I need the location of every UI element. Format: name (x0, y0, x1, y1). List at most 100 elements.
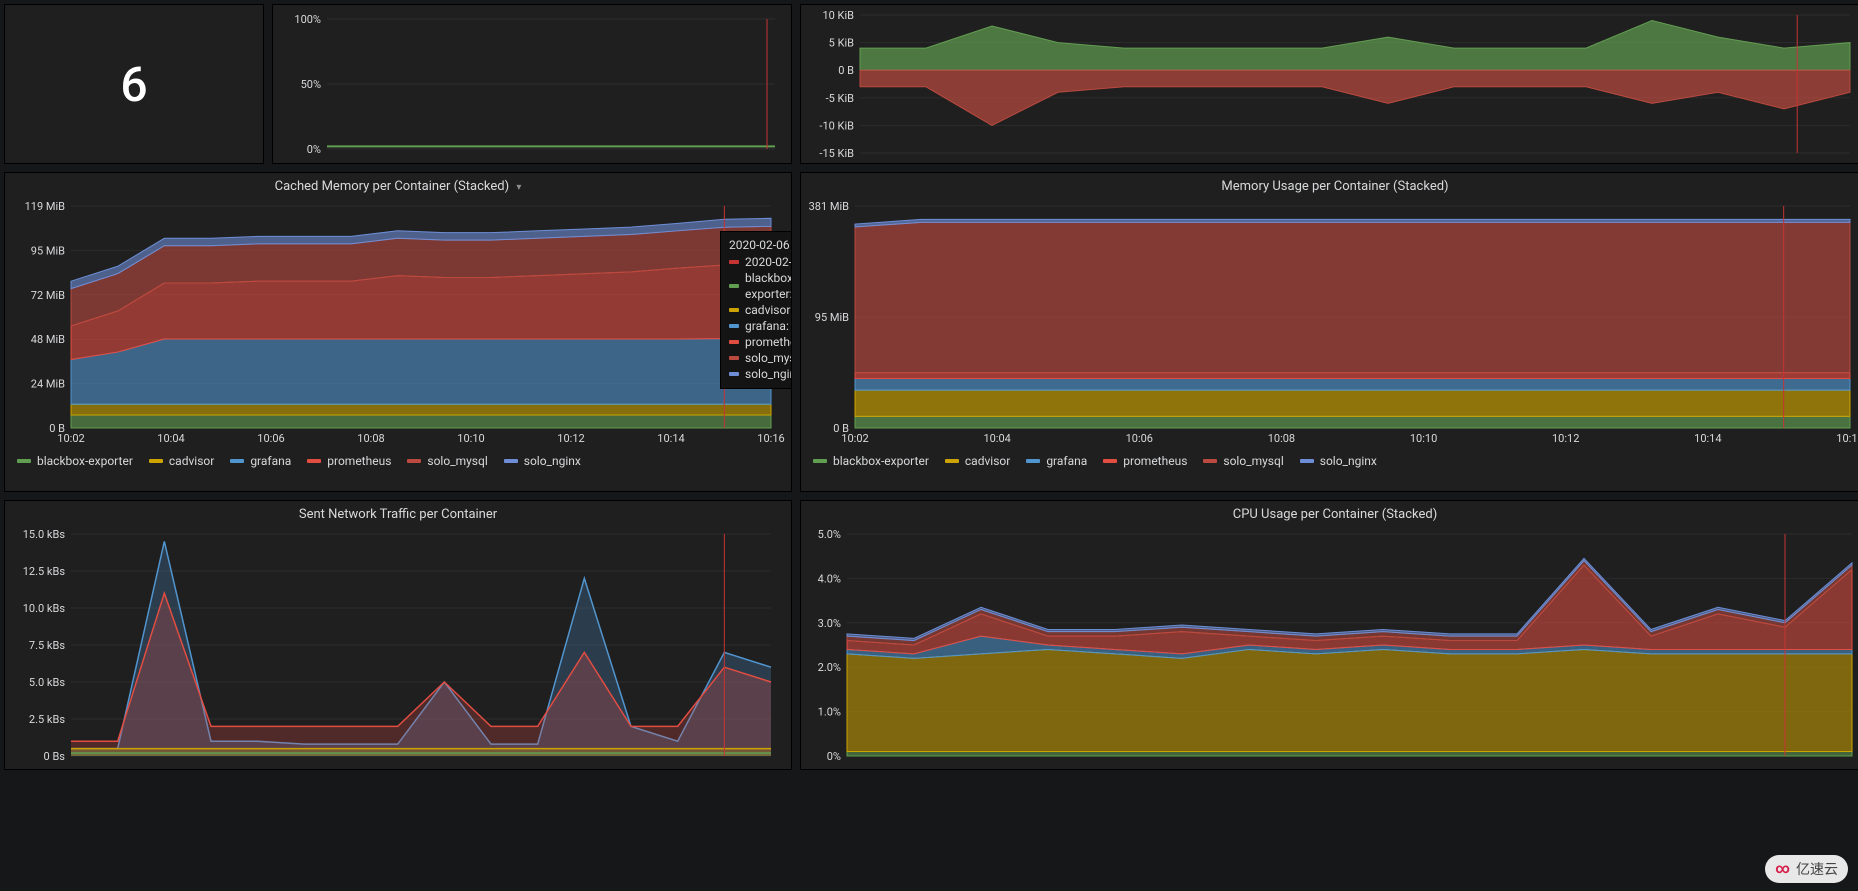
legend-label: blackbox-exporter (833, 454, 929, 468)
svg-text:0 Bs: 0 Bs (44, 750, 66, 763)
tooltip-series-name: solo_nginx: (745, 366, 792, 382)
svg-text:10:10: 10:10 (1410, 432, 1437, 445)
watermark-text: 亿速云 (1796, 859, 1838, 879)
legend-label: solo_mysql (1223, 454, 1283, 468)
svg-text:3.0%: 3.0% (818, 617, 841, 630)
title-text: Memory Usage per Container (Stacked) (1221, 179, 1448, 194)
legend-item-cadvisor[interactable]: cadvisor (149, 454, 214, 468)
tooltip-series-name: solo_mysql: (745, 350, 792, 366)
legend-item-prometheus[interactable]: prometheus (307, 454, 391, 468)
legend-swatch (813, 459, 827, 463)
tooltip-swatch (729, 340, 739, 344)
legend-label: cadvisor (965, 454, 1010, 468)
panel-title: Memory Usage per Container (Stacked) (805, 177, 1858, 200)
legend-item-blackbox-exporter[interactable]: blackbox-exporter (813, 454, 929, 468)
tooltip-row: grafana:35.2 MiB (729, 318, 792, 334)
svg-text:5 KiB: 5 KiB (829, 37, 854, 50)
svg-text:10:10: 10:10 (457, 432, 484, 445)
panel-single-stat[interactable]: 6 (4, 4, 264, 164)
svg-text:5.0%: 5.0% (818, 528, 841, 541)
tooltip-swatch (729, 372, 739, 376)
svg-text:2.5 kBs: 2.5 kBs (29, 713, 65, 726)
legend-swatch (307, 459, 321, 463)
tooltip-swatch (729, 284, 739, 288)
chevron-down-icon[interactable]: ▾ (512, 182, 521, 193)
svg-text:10:04: 10:04 (983, 432, 1010, 445)
svg-text:0%: 0% (307, 143, 321, 156)
legend-swatch (1203, 459, 1217, 463)
legend-item-grafana[interactable]: grafana (1026, 454, 1087, 468)
legend-item-solo_mysql[interactable]: solo_mysql (1203, 454, 1283, 468)
tooltip-swatch (729, 324, 739, 328)
legend-item-solo_nginx[interactable]: solo_nginx (1300, 454, 1377, 468)
legend-swatch (17, 459, 31, 463)
tooltip-series-name: blackbox-exporter: (745, 270, 792, 302)
legend-label: solo_nginx (1320, 454, 1377, 468)
tooltip-row: blackbox-exporter:7.0 MiB (729, 270, 792, 302)
legend-swatch (230, 459, 244, 463)
title-text: Cached Memory per Container (Stacked) (275, 179, 509, 194)
svg-text:10:14: 10:14 (1694, 432, 1721, 445)
tooltip-header-1: 2020-02-06 10:15:00 (729, 238, 792, 252)
tooltip-row: prometheus:39.5 MiB (729, 334, 792, 350)
tooltip-time: 2020-02-06 10:14:30 (745, 254, 792, 270)
svg-text:0%: 0% (827, 750, 841, 763)
svg-text:10:02: 10:02 (57, 432, 84, 445)
legend-item-grafana[interactable]: grafana (230, 454, 291, 468)
panel-title: Sent Network Traffic per Container (9, 505, 787, 528)
svg-text:95 MiB: 95 MiB (815, 311, 849, 324)
legend-label: cadvisor (169, 454, 214, 468)
legend-item-prometheus[interactable]: prometheus (1103, 454, 1187, 468)
chart-top-right: -15 KiB-10 KiB-5 KiB0 B5 KiB10 KiB (805, 9, 1858, 159)
svg-text:2.0%: 2.0% (818, 661, 841, 674)
svg-text:1.0%: 1.0% (818, 706, 841, 719)
svg-text:10:12: 10:12 (1552, 432, 1579, 445)
legend-item-solo_mysql[interactable]: solo_mysql (407, 454, 487, 468)
legend-item-cadvisor[interactable]: cadvisor (945, 454, 1010, 468)
svg-text:381 MiB: 381 MiB (809, 200, 850, 213)
legend-swatch (1300, 459, 1314, 463)
tooltip-series-name: prometheus: (745, 334, 792, 350)
legend-swatch (945, 459, 959, 463)
svg-text:10:12: 10:12 (557, 432, 584, 445)
tooltip-swatch (729, 356, 739, 360)
panel-cpu-usage[interactable]: CPU Usage per Container (Stacked) 0% 1.0%… (800, 500, 1858, 770)
panel-memory-usage[interactable]: Memory Usage per Container (Stacked) 0 B… (800, 172, 1858, 492)
title-text: Sent Network Traffic per Container (299, 507, 497, 522)
tooltip-row: cadvisor:5.7 MiB (729, 302, 792, 318)
svg-text:95 MiB: 95 MiB (31, 244, 65, 257)
svg-text:10:16: 10:16 (1836, 432, 1858, 445)
svg-text:119 MiB: 119 MiB (25, 200, 66, 213)
legend-item-solo_nginx[interactable]: solo_nginx (504, 454, 581, 468)
svg-text:10:16: 10:16 (757, 432, 784, 445)
legend-label: solo_mysql (427, 454, 487, 468)
legend-label: prometheus (1123, 454, 1187, 468)
tooltip-series-name: grafana: (745, 318, 792, 334)
panel-top-right[interactable]: -15 KiB-10 KiB-5 KiB0 B5 KiB10 KiB (800, 4, 1858, 164)
svg-text:-5 KiB: -5 KiB (826, 92, 855, 105)
panel-title: Cached Memory per Container (Stacked) ▾ (9, 177, 787, 200)
svg-text:-15 KiB: -15 KiB (819, 147, 854, 159)
tooltip-swatch (729, 308, 739, 312)
svg-text:10.0 kBs: 10.0 kBs (23, 602, 66, 615)
svg-text:5.0 kBs: 5.0 kBs (29, 676, 65, 689)
panel-top-center[interactable]: 0%50%100% (272, 4, 792, 164)
svg-text:0 B: 0 B (838, 64, 854, 77)
svg-text:10:06: 10:06 (1126, 432, 1153, 445)
legend-swatch (504, 459, 518, 463)
title-text: CPU Usage per Container (Stacked) (1233, 507, 1438, 522)
panel-cached-memory[interactable]: Cached Memory per Container (Stacked) ▾ … (4, 172, 792, 492)
legend-item-blackbox-exporter[interactable]: blackbox-exporter (17, 454, 133, 468)
legend-swatch (1026, 459, 1040, 463)
tooltip: 2020-02-06 10:15:00 2020-02-06 10:14:30 … (720, 231, 792, 389)
panel-sent-traffic[interactable]: Sent Network Traffic per Container 0 Bs 2… (4, 500, 792, 770)
watermark: ∞ 亿速云 (1765, 855, 1848, 883)
svg-text:72 MiB: 72 MiB (31, 289, 65, 302)
single-stat-value: 6 (9, 9, 259, 159)
svg-text:10:08: 10:08 (357, 432, 384, 445)
svg-text:10:08: 10:08 (1268, 432, 1295, 445)
legend-label: grafana (1046, 454, 1087, 468)
svg-text:10:04: 10:04 (157, 432, 184, 445)
tooltip-row: solo_mysql:20.2 MiB (729, 350, 792, 366)
legend-label: solo_nginx (524, 454, 581, 468)
